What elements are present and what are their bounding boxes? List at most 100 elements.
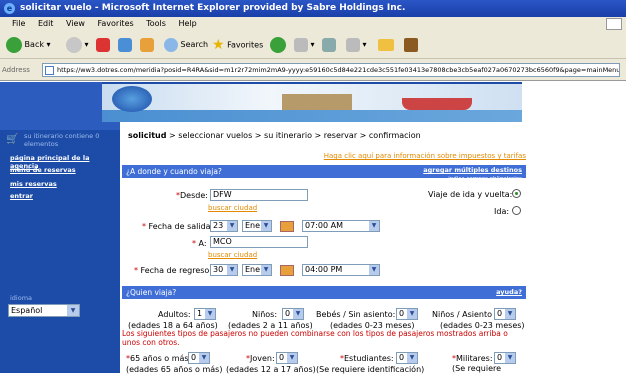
favorites-label: Favorites: [227, 40, 264, 50]
to-search-city-link[interactable]: buscar ciudad: [208, 251, 257, 259]
children-label: Niños:: [252, 310, 278, 319]
chevron-down-icon: ▼: [505, 309, 515, 319]
window-title: solicitar vuelo - Microsoft Internet Exp…: [20, 3, 406, 13]
language-label: idioma: [10, 294, 33, 302]
back-arrow-icon: [6, 36, 22, 53]
military-label: *Militares:: [452, 354, 493, 363]
military-note: (Se requiere: [452, 364, 502, 373]
depart-label: * Fecha de salida:: [142, 222, 214, 231]
nav-reservations-menu[interactable]: menú de reservas: [10, 166, 76, 174]
senior-label: *65 años o más:: [126, 354, 192, 363]
oneway-radio[interactable]: [512, 206, 521, 215]
from-label: *Desde:: [176, 191, 208, 200]
home-icon: [140, 37, 154, 52]
home-button[interactable]: [140, 35, 154, 55]
infants-lap-select[interactable]: 0 ▼: [494, 308, 516, 320]
toolbar: Back ▾ ▾ Search ★ Favorites ▾ ▾: [0, 31, 626, 59]
roundtrip-radio[interactable]: [512, 189, 521, 198]
breadcrumb-steps: > seleccionar vuelos > su itinerario > r…: [166, 131, 421, 140]
who-title: ¿Quien viaja?: [126, 288, 177, 297]
calendar-icon[interactable]: [280, 221, 294, 232]
address-input[interactable]: https://ww3.dotres.com/meridia?posid=R4R…: [42, 63, 620, 77]
breadcrumb-current: solicitud: [128, 131, 167, 140]
youth-select[interactable]: 0 ▼: [276, 352, 298, 364]
back-button[interactable]: Back ▾: [6, 35, 51, 55]
chevron-down-icon: ▼: [287, 353, 297, 363]
forward-arrow-icon: [66, 36, 82, 53]
header-banner: [102, 82, 522, 122]
forward-button[interactable]: ▾: [66, 35, 89, 55]
messenger-button[interactable]: [404, 35, 418, 55]
cart-icon: 🛒: [6, 134, 19, 145]
menu-help[interactable]: Help: [178, 19, 196, 28]
menu-bar: File Edit View Favorites Tools Help: [0, 17, 626, 31]
ship-image: [402, 98, 472, 110]
mail-icon: [294, 37, 308, 52]
depart-day-select[interactable]: 23 ▼: [210, 220, 238, 232]
menu-favorites[interactable]: Favorites: [98, 19, 134, 28]
windows-flag-icon: [606, 18, 622, 30]
chevron-down-icon: ▼: [369, 265, 379, 275]
nav-login[interactable]: entrar: [10, 192, 33, 200]
calendar-icon[interactable]: [280, 265, 294, 276]
senior-select[interactable]: 0 ▼: [188, 352, 210, 364]
refresh-button[interactable]: [118, 35, 132, 55]
to-label: * A:: [192, 239, 207, 248]
left-navigation: 🛒 su itinerario contiene 0 elementos pág…: [0, 82, 120, 373]
stop-button[interactable]: [96, 35, 110, 55]
infants-seat-select[interactable]: 0 ▼: [396, 308, 418, 320]
to-input[interactable]: MCO: [210, 236, 308, 248]
children-select[interactable]: 0 ▼: [282, 308, 304, 320]
building-image: [282, 94, 352, 110]
folder-icon: [378, 38, 394, 51]
chevron-down-icon: ▼: [199, 353, 209, 363]
from-search-city-link[interactable]: buscar ciudad: [208, 204, 257, 212]
return-day-select[interactable]: 30 ▼: [210, 264, 238, 276]
chevron-down-icon: ▼: [227, 221, 237, 231]
chevron-down-icon: ▼: [261, 221, 271, 231]
history-button[interactable]: [270, 35, 286, 55]
address-label: Address: [2, 66, 30, 74]
depart-time-select[interactable]: 07:00 AM ▼: [302, 220, 380, 232]
passenger-warning: Los siguientes tipos de pasajeros no pue…: [122, 329, 508, 347]
address-bar: Address https://ww3.dotres.com/meridia?p…: [0, 59, 626, 81]
students-label: *Estudiantes:: [340, 354, 394, 363]
breadcrumb: solicitud > seleccionar vuelos > su itin…: [128, 131, 421, 140]
menu-file[interactable]: File: [12, 19, 25, 28]
students-select[interactable]: 0 ▼: [396, 352, 418, 364]
depart-month-select[interactable]: Ene ▼: [242, 220, 272, 232]
tax-info-link[interactable]: Haga clic aquí para información sobre im…: [324, 152, 526, 160]
edit-button[interactable]: ▾: [346, 35, 367, 55]
military-select[interactable]: 0 ▼: [494, 352, 516, 364]
favorites-button[interactable]: ★ Favorites: [212, 35, 263, 55]
search-icon: [164, 37, 178, 52]
chevron-down-icon: ▼: [407, 353, 417, 363]
infants-seat-label: Bebés / Sin asiento:: [316, 310, 396, 319]
nav-my-reservations[interactable]: mis reservas: [10, 180, 57, 188]
mail-button[interactable]: ▾: [294, 35, 315, 55]
adults-label: Adultos:: [158, 310, 191, 319]
search-button[interactable]: Search: [164, 35, 208, 55]
help-link[interactable]: ayuda?: [496, 286, 522, 299]
chevron-down-icon: ▼: [261, 265, 271, 275]
menu-view[interactable]: View: [66, 19, 85, 28]
itinerary-count: su itinerario contiene 0 elementos: [24, 132, 100, 148]
window-titlebar: e solicitar vuelo - Microsoft Internet E…: [0, 0, 626, 17]
chevron-down-icon: ▼: [505, 353, 515, 363]
chevron-down-icon: ▼: [407, 309, 417, 319]
return-month-select[interactable]: Ene ▼: [242, 264, 272, 276]
return-time-select[interactable]: 04:00 PM ▼: [302, 264, 380, 276]
folder-button[interactable]: [378, 35, 394, 55]
favorites-star-icon: ★: [212, 37, 225, 53]
from-input[interactable]: DFW: [210, 189, 308, 201]
print-icon: [322, 37, 336, 52]
adults-select[interactable]: 1 ▼: [194, 308, 216, 320]
chevron-down-icon: ▼: [67, 305, 79, 316]
roundtrip-label: Viaje de ida y vuelta:: [428, 190, 513, 199]
where-section-header: ¿A donde y cuando viaja? agregar múltipl…: [122, 165, 526, 182]
language-select[interactable]: Español ▼: [8, 304, 80, 317]
menu-tools[interactable]: Tools: [146, 19, 166, 28]
history-icon: [270, 36, 286, 53]
print-button[interactable]: [322, 35, 336, 55]
menu-edit[interactable]: Edit: [38, 19, 54, 28]
